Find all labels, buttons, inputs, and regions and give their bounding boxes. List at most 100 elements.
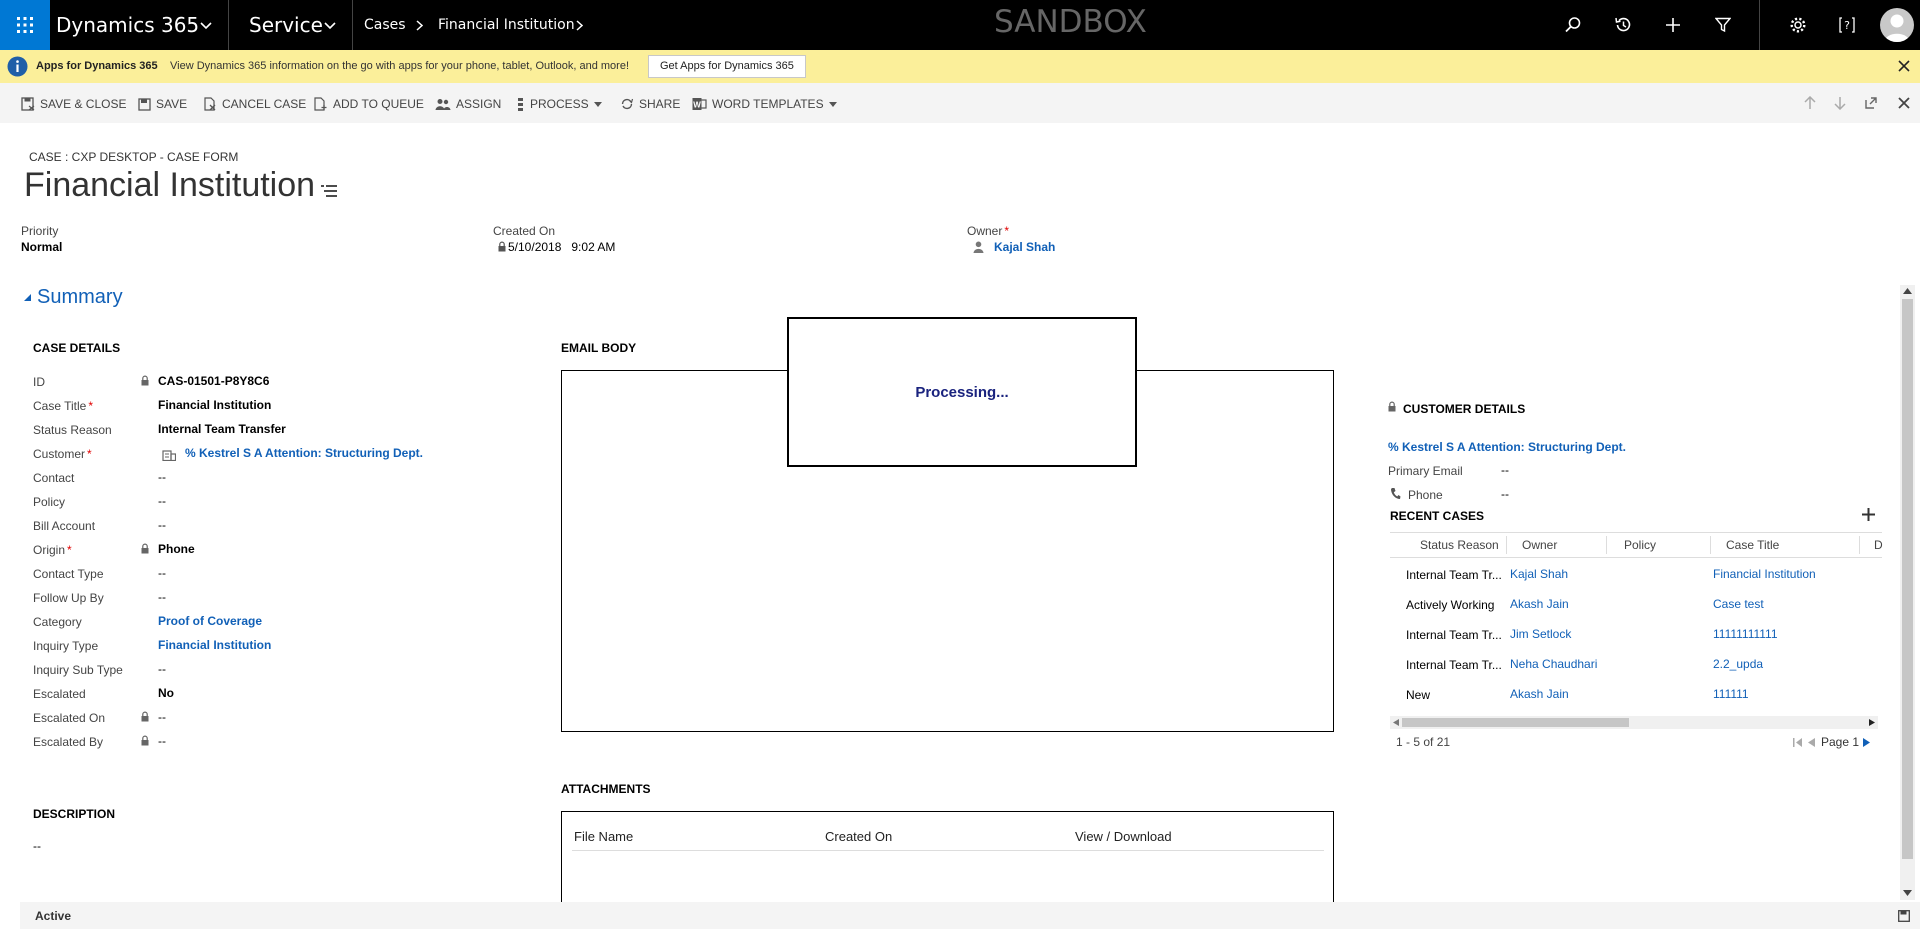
add-to-queue-button[interactable]: ADD TO QUEUE [314, 95, 424, 113]
row-1-status: Internal Team Tr... [1406, 568, 1502, 582]
app-launcher-button[interactable] [0, 0, 50, 50]
primary-email-value[interactable]: -- [1501, 463, 1509, 477]
notification-banner: Apps for Dynamics 365 View Dynamics 365 … [0, 50, 1920, 83]
row-2-owner[interactable]: Akash Jain [1510, 597, 1569, 611]
assign-icon [435, 98, 451, 110]
save-button[interactable]: SAVE [138, 95, 187, 113]
phone-value[interactable]: -- [1501, 487, 1509, 501]
share-button[interactable]: SHARE [620, 95, 680, 113]
advanced-find-button[interactable] [1711, 13, 1735, 37]
policy-label: Policy [33, 495, 66, 509]
description-value[interactable]: -- [33, 839, 41, 853]
column-header-view-download[interactable]: View / Download [1075, 829, 1172, 844]
escalated-by-value: -- [158, 734, 166, 748]
category-value[interactable]: Proof of Coverage [158, 614, 262, 628]
get-apps-button[interactable]: Get Apps for Dynamics 365 [648, 55, 806, 78]
chevron-right-icon[interactable] [576, 20, 583, 31]
row-1-case-title[interactable]: Financial Institution [1713, 567, 1816, 581]
recent-records-button[interactable] [1611, 13, 1635, 37]
assign-button[interactable]: ASSIGN [435, 95, 501, 113]
save-icon[interactable] [1898, 910, 1910, 922]
word-templates-button[interactable]: W WORD TEMPLATES [692, 95, 837, 113]
row-5-owner[interactable]: Akash Jain [1510, 687, 1569, 701]
next-page-icon[interactable] [1863, 738, 1870, 747]
row-5-case-title[interactable]: 111111 [1713, 687, 1749, 701]
row-1-owner[interactable]: Kajal Shah [1510, 567, 1568, 581]
help-button[interactable]: ? [1835, 13, 1859, 37]
customer-value[interactable]: % Kestrel S A Attention: Structuring Dep… [185, 446, 423, 460]
cancel-case-button[interactable]: CANCEL CASE [204, 95, 306, 113]
scroll-right-icon[interactable] [1869, 719, 1875, 726]
customer-name-link[interactable]: % Kestrel S A Attention: Structuring Dep… [1388, 440, 1626, 454]
contact-value[interactable]: -- [158, 470, 166, 484]
plus-icon[interactable] [1862, 508, 1875, 521]
follow-up-by-value[interactable]: -- [158, 590, 166, 604]
collapse-triangle-icon[interactable] [24, 294, 31, 301]
contact-type-value[interactable]: -- [158, 566, 166, 580]
owner-label: Owner * [967, 224, 1009, 238]
row-3-case-title[interactable]: 11111111111 [1713, 627, 1778, 641]
customer-label: Customer * [33, 447, 92, 461]
account-icon [162, 450, 176, 461]
nav-divider [228, 0, 229, 50]
inquiry-type-value[interactable]: Financial Institution [158, 638, 271, 652]
row-4-owner[interactable]: Neha Chaudhari [1510, 657, 1597, 671]
status-reason-value[interactable]: Internal Team Transfer [158, 422, 286, 436]
chevron-down-icon[interactable] [324, 22, 336, 30]
close-icon[interactable] [1898, 60, 1910, 72]
column-header-case-title[interactable]: Case Title [1726, 538, 1779, 552]
row-4-case-title[interactable]: 2.2_upda [1713, 657, 1763, 671]
column-header-d[interactable]: D [1874, 538, 1883, 552]
scroll-down-icon[interactable] [1903, 890, 1912, 896]
scroll-up-icon[interactable] [1903, 288, 1912, 294]
scroll-thumb[interactable] [1902, 299, 1913, 859]
bill-account-value[interactable]: -- [158, 518, 166, 532]
process-menu-button[interactable]: PROCESS [516, 95, 602, 113]
grid-horizontal-scrollbar[interactable] [1390, 716, 1878, 729]
case-title-value[interactable]: Financial Institution [158, 398, 271, 412]
category-label: Category [33, 615, 82, 629]
column-header-policy[interactable]: Policy [1624, 538, 1656, 552]
form-vertical-scrollbar[interactable] [1900, 285, 1915, 900]
close-icon[interactable] [1898, 97, 1910, 109]
share-label: SHARE [639, 97, 681, 111]
escalated-label: Escalated [33, 687, 86, 701]
settings-button[interactable] [1786, 13, 1810, 37]
column-header-file-name[interactable]: File Name [574, 829, 633, 844]
area-name[interactable]: Service [249, 13, 323, 37]
app-name[interactable]: Dynamics 365 [56, 13, 199, 37]
scroll-left-icon[interactable] [1393, 719, 1399, 726]
breadcrumb-record[interactable]: Financial Institution [438, 17, 575, 33]
user-avatar[interactable] [1880, 8, 1914, 42]
arrow-up-icon[interactable] [1804, 96, 1816, 110]
save-and-close-button[interactable]: SAVE & CLOSE [21, 95, 126, 113]
breadcrumb-entity[interactable]: Cases [364, 17, 406, 33]
search-button[interactable] [1561, 13, 1585, 37]
chevron-down-icon[interactable] [200, 22, 212, 30]
row-2-case-title[interactable]: Case test [1713, 597, 1764, 611]
origin-label-text: Origin [33, 543, 66, 557]
first-page-icon[interactable] [1793, 738, 1802, 747]
column-header-status-reason[interactable]: Status Reason [1420, 538, 1499, 552]
inquiry-sub-type-value[interactable]: -- [158, 662, 166, 676]
save-close-icon [21, 97, 35, 111]
row-3-owner[interactable]: Jim Setlock [1510, 627, 1571, 641]
owner-value[interactable]: Kajal Shah [994, 240, 1055, 254]
form-menu-icon[interactable] [320, 184, 338, 198]
arrow-down-icon[interactable] [1834, 96, 1846, 110]
inquiry-sub-type-label: Inquiry Sub Type [33, 663, 123, 677]
escalated-by-label: Escalated By [33, 735, 104, 749]
escalated-value[interactable]: No [158, 686, 174, 700]
form-selector[interactable]: CASE : CXP DESKTOP - CASE FORM [29, 150, 238, 164]
column-header-owner[interactable]: Owner [1522, 538, 1557, 552]
previous-page-icon[interactable] [1808, 738, 1815, 747]
lock-icon [141, 375, 149, 386]
column-header-created-on[interactable]: Created On [825, 829, 892, 844]
policy-value[interactable]: -- [158, 494, 166, 508]
pop-out-icon[interactable] [1865, 97, 1877, 109]
priority-value[interactable]: Normal [21, 240, 62, 254]
summary-section-title[interactable]: Summary [37, 286, 123, 309]
caret-down-icon [828, 101, 837, 107]
scroll-thumb[interactable] [1402, 718, 1629, 727]
create-record-button[interactable] [1661, 13, 1685, 37]
